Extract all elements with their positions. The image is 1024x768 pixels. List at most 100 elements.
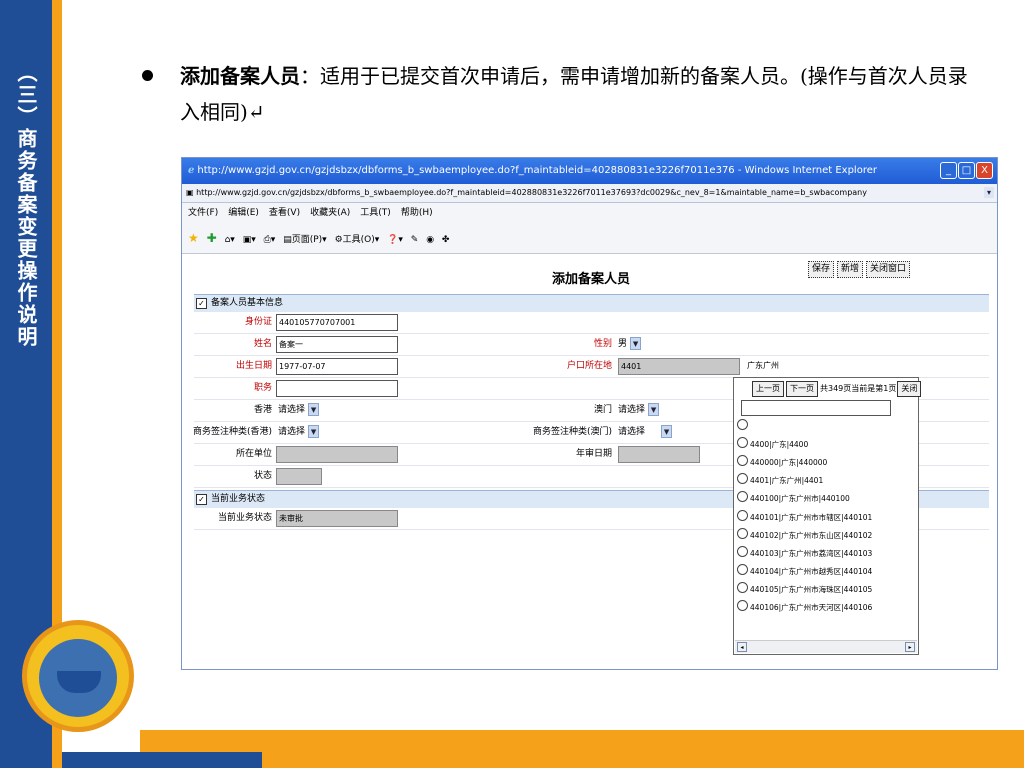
radio-icon[interactable] — [737, 527, 748, 539]
section-basic-info: ✓ 备案人员基本信息 — [194, 294, 989, 312]
current-status-label: 当前业务状态 — [217, 513, 272, 523]
menu-item-4[interactable]: 工具(T) — [360, 208, 391, 218]
menu-item-0[interactable]: 文件(F) — [188, 208, 218, 218]
sidebar-title: （三）商务备案变更操作说明 — [14, 62, 38, 348]
radio-icon[interactable] — [737, 581, 748, 593]
help-icon[interactable]: ❓▾ — [387, 235, 403, 245]
hukou-name-text: 广东广州 — [745, 358, 827, 375]
chevron-down-icon: ▼ — [648, 403, 660, 416]
picker-close-button[interactable]: 关闭 — [897, 381, 922, 397]
picker-option-label: 440000|广东|440000 — [750, 458, 828, 468]
browser-window: ℯ http://www.gzjd.gov.cn/gzjdsbzx/dbforms… — [181, 157, 998, 670]
minimize-button[interactable]: _ — [940, 162, 957, 179]
id-card-input[interactable]: 440105770707001 — [276, 314, 398, 331]
print-icon[interactable]: ⎙▾ — [264, 235, 276, 245]
form-title: 添加备案人员 — [552, 272, 631, 287]
picker-option[interactable]: 440103|广东广州市荔湾区|440103 — [737, 545, 872, 563]
picker-option[interactable]: 440105|广东广州市海珠区|440105 — [737, 581, 872, 599]
row-name: 姓名 备案一 性别 男 ▼ — [194, 334, 989, 356]
radio-icon[interactable] — [737, 473, 748, 485]
hukou-code-input[interactable]: 4401 — [618, 358, 740, 375]
chevron-down-icon: ▼ — [630, 337, 642, 350]
browser-toolbar: ★ ✚ ⌂▾ ▣▾ ⎙▾ ▤页面(P)▾ ⚙工具(O)▾ ❓▾ ✎ ◉ ✤ — [182, 223, 997, 254]
picker-option-label: 4400|广东|4400 — [750, 440, 809, 450]
unit-input[interactable] — [276, 446, 398, 463]
address-text[interactable]: http://www.gzjd.gov.cn/gzjdsbzx/dbforms_… — [196, 188, 867, 197]
current-status-input[interactable]: 未审批 — [276, 510, 398, 527]
picker-option-label: 4401|广东广州|4401 — [750, 476, 824, 486]
hongkong-select[interactable]: 请选择 ▼ — [278, 402, 320, 419]
radio-icon[interactable] — [737, 491, 748, 503]
chevron-down-icon: ▼ — [308, 403, 320, 416]
radio-icon[interactable] — [737, 509, 748, 521]
page-content: 添加备案人员 保存 新增 关闭窗口 ✓ 备案人员基本信息 身份证 44010577… — [182, 254, 997, 669]
picker-option[interactable]: 440100|广东广州市|440100 — [737, 490, 850, 508]
maximize-button[interactable]: □ — [958, 162, 975, 179]
menu-item-5[interactable]: 帮助(H) — [401, 208, 433, 218]
picker-option[interactable]: 440101|广东广州市市辖区|440101 — [737, 509, 872, 527]
radio-icon[interactable] — [737, 600, 748, 611]
chevron-down-icon: ▼ — [308, 425, 320, 438]
section-checkbox[interactable]: ✓ — [196, 494, 207, 505]
menu-item-2[interactable]: 查看(V) — [269, 208, 300, 218]
status-label: 状态 — [253, 471, 272, 481]
section-checkbox[interactable]: ✓ — [196, 298, 207, 309]
radio-icon[interactable] — [737, 437, 748, 449]
annual-date-input[interactable] — [618, 446, 700, 463]
gender-select[interactable]: 男 ▼ — [618, 336, 642, 353]
visa-hk-label: 商务签注种类(香港) — [192, 427, 272, 437]
research-icon[interactable]: ✎ — [411, 235, 419, 245]
address-dropdown-icon[interactable]: ▾ — [984, 187, 994, 198]
region-picker-popup: 上一页 下一页 共349页当前是第1页 关闭 4400|广东|4400 440000|广… — [733, 377, 922, 655]
scroll-left-icon[interactable]: ◂ — [737, 642, 747, 652]
add-favorite-icon[interactable]: ✚ — [207, 231, 217, 245]
save-button[interactable]: 保存 — [808, 261, 835, 278]
status-input[interactable] — [276, 468, 322, 485]
close-page-button[interactable]: 关闭窗口 — [866, 261, 911, 278]
visa-macau-select[interactable]: 请选择 ▼ — [618, 424, 673, 441]
bottom-accent-bar — [140, 730, 1024, 768]
visa-hk-select[interactable]: 请选择 ▼ — [278, 424, 320, 441]
home-icon[interactable]: ⌂▾ — [225, 235, 235, 245]
horizontal-scrollbar[interactable]: ◂ ▸ — [735, 640, 917, 653]
picker-option[interactable]: 4401|广东广州|4401 — [737, 472, 823, 490]
next-page-button[interactable]: 下一页 — [786, 381, 818, 397]
extra-icon[interactable]: ✤ — [442, 235, 450, 245]
radio-icon[interactable] — [737, 455, 748, 467]
feeds-icon[interactable]: ▣▾ — [243, 235, 256, 245]
address-bar[interactable]: ▣ http://www.gzjd.gov.cn/gzjdsbzx/dbform… — [182, 184, 997, 203]
menu-bar: 文件(F) 编辑(E) 查看(V) 收藏夹(A) 工具(T) 帮助(H) — [182, 203, 997, 223]
messenger-icon[interactable]: ◉ — [426, 235, 434, 245]
heading-bold: 添加备案人员 — [180, 64, 300, 88]
radio-icon[interactable] — [737, 419, 748, 430]
picker-option[interactable]: 4400|广东|4400 — [737, 436, 808, 454]
tools-menu[interactable]: ⚙工具(O)▾ — [335, 235, 380, 245]
ie-icon: ℯ — [188, 165, 195, 176]
picker-option[interactable]: 440106|广东广州市天河区|440106 — [737, 599, 872, 617]
close-window-button[interactable]: X — [976, 162, 993, 179]
chevron-down-icon: ▼ — [661, 425, 673, 438]
picker-option[interactable] — [737, 418, 750, 436]
favorites-star-icon[interactable]: ★ — [188, 231, 199, 245]
picker-search-input[interactable] — [741, 400, 891, 416]
menu-item-1[interactable]: 编辑(E) — [228, 208, 259, 218]
id-card-label: 身份证 — [244, 317, 272, 327]
scroll-right-icon[interactable]: ▸ — [905, 642, 915, 652]
picker-nav: 上一页 下一页 共349页当前是第1页 关闭 — [734, 380, 922, 398]
add-button[interactable]: 新增 — [837, 261, 864, 278]
picker-option-label: 440105|广东广州市海珠区|440105 — [750, 584, 873, 594]
menu-item-3[interactable]: 收藏夹(A) — [310, 208, 350, 218]
picker-option-label: 440102|广东广州市东山区|440102 — [750, 530, 873, 540]
page-menu[interactable]: ▤页面(P)▾ — [283, 235, 327, 245]
picker-option[interactable]: 440000|广东|440000 — [737, 454, 827, 472]
gender-label: 性别 — [593, 339, 612, 349]
picker-option[interactable]: 440104|广东广州市越秀区|440104 — [737, 563, 872, 581]
radio-icon[interactable] — [737, 545, 748, 557]
name-input[interactable]: 备案一 — [276, 336, 398, 353]
picker-option[interactable]: 440102|广东广州市东山区|440102 — [737, 527, 872, 545]
prev-page-button[interactable]: 上一页 — [752, 381, 784, 397]
macau-select[interactable]: 请选择 ▼ — [618, 402, 660, 419]
birth-input[interactable]: 1977-07-07 — [276, 358, 398, 375]
position-input[interactable] — [276, 380, 398, 397]
radio-icon[interactable] — [737, 563, 748, 575]
